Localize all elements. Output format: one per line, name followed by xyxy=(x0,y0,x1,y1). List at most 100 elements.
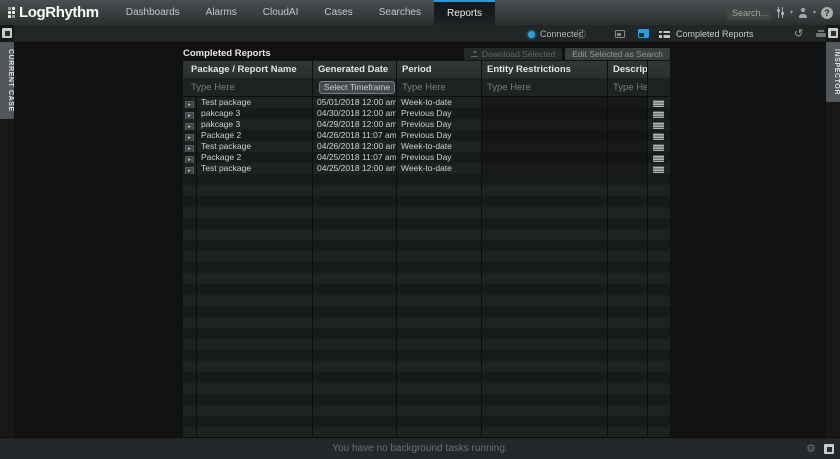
tab-cases[interactable]: Cases xyxy=(311,0,365,25)
tab-alarms[interactable]: Alarms xyxy=(193,0,250,25)
user-profile-icon[interactable] xyxy=(798,8,808,18)
report-name-cell xyxy=(197,240,313,251)
help-icon[interactable]: ? xyxy=(821,7,833,19)
table-row[interactable]: ▸ Test package 04/25/2018 12:00 am Week-… xyxy=(183,163,670,174)
report-document-icon[interactable] xyxy=(653,155,664,162)
generated-date-cell xyxy=(313,394,397,405)
table-filter-row: Type Here Select Timeframe Type Here Typ… xyxy=(183,78,670,97)
entity-restrictions-cell xyxy=(482,383,608,394)
table-row[interactable]: ▸ Package 2 04/25/2018 11:07 am Previous… xyxy=(183,152,670,163)
row-expand-cell xyxy=(183,251,197,262)
column-header-entity-restrictions[interactable]: Entity Restrictions xyxy=(482,61,608,78)
completed-reports-panel: Completed Reports Download Selected Edit… xyxy=(183,46,670,438)
report-document-icon[interactable] xyxy=(653,122,664,129)
entity-restrictions-cell xyxy=(482,295,608,306)
column-header-period[interactable]: Period xyxy=(397,61,482,78)
row-expand-cell xyxy=(183,174,197,185)
entity-restrictions-cell xyxy=(482,119,608,130)
row-action-cell xyxy=(648,108,670,119)
filter-entity-input[interactable]: Type Here xyxy=(482,78,608,96)
report-name-cell xyxy=(197,273,313,284)
report-document-icon[interactable] xyxy=(653,144,664,151)
column-header-package-report-name[interactable]: Package / Report Name xyxy=(183,61,313,78)
filter-period-input[interactable]: Type Here xyxy=(397,78,482,96)
description-cell xyxy=(608,350,648,361)
generated-date-cell xyxy=(313,295,397,306)
global-search-input[interactable]: Search... xyxy=(727,6,771,20)
expand-row-icon[interactable]: ▸ xyxy=(185,112,194,119)
expand-panel-icon[interactable] xyxy=(2,28,12,38)
inspector-tab[interactable]: INSPECTOR xyxy=(826,42,840,102)
expand-row-icon[interactable]: ▸ xyxy=(185,123,194,130)
expand-row-icon[interactable]: ▸ xyxy=(185,134,194,141)
tab-cloudai[interactable]: CloudAI xyxy=(250,0,312,25)
table-row[interactable]: ▸ Test package 04/26/2018 12:00 am Week-… xyxy=(183,141,670,152)
table-row[interactable]: ▸ pakcage 3 04/30/2018 12:00 am Previous… xyxy=(183,108,670,119)
row-action-cell xyxy=(648,284,670,295)
expand-row-icon[interactable]: ▸ xyxy=(185,167,194,174)
search-placeholder: Search... xyxy=(732,8,768,18)
edit-selected-as-search-button[interactable]: Edit Selected as Search xyxy=(565,48,670,60)
generated-date-cell: 04/25/2018 12:00 am xyxy=(313,163,397,174)
preferences-sliders-icon[interactable] xyxy=(776,7,785,18)
filter-name-input[interactable]: Type Here xyxy=(183,78,313,96)
report-document-icon[interactable] xyxy=(653,166,664,173)
docked-view-icon[interactable] xyxy=(638,29,649,38)
column-header-description[interactable]: Description xyxy=(608,61,648,78)
report-name-cell xyxy=(197,196,313,207)
current-case-tab[interactable]: CURRENT CASE xyxy=(0,42,14,119)
period-cell xyxy=(397,383,482,394)
generated-date-cell xyxy=(313,317,397,328)
tasks-panel-icon[interactable] xyxy=(824,444,834,454)
expand-panel-icon[interactable] xyxy=(828,28,838,38)
tab-reports[interactable]: Reports xyxy=(434,0,495,25)
report-document-icon[interactable] xyxy=(653,133,664,140)
row-expand-cell xyxy=(183,317,197,328)
right-rail: INSPECTOR xyxy=(826,25,840,437)
row-action-cell xyxy=(648,185,670,196)
report-document-icon[interactable] xyxy=(653,111,664,118)
column-header-generated-date[interactable]: Generated Date xyxy=(313,61,397,78)
description-cell xyxy=(608,97,648,108)
period-cell xyxy=(397,372,482,383)
description-cell xyxy=(608,328,648,339)
expand-row-icon[interactable]: ▸ xyxy=(185,145,194,152)
pause-updates-icon[interactable] xyxy=(576,29,586,39)
description-cell xyxy=(608,130,648,141)
generated-date-cell: 05/01/2018 12:00 am xyxy=(313,97,397,108)
row-expand-cell xyxy=(183,361,197,372)
filter-actions-cell xyxy=(648,78,670,96)
expand-row-icon[interactable]: ▸ xyxy=(185,101,194,108)
refresh-icon[interactable]: ↺ xyxy=(794,27,803,41)
undock-view-icon[interactable] xyxy=(615,30,625,38)
description-cell xyxy=(608,273,648,284)
row-expand-cell: ▸ xyxy=(183,163,197,174)
filter-description-input[interactable]: Type Here xyxy=(608,78,648,96)
chevron-down-icon[interactable]: ▾ xyxy=(790,9,793,16)
row-action-cell xyxy=(648,218,670,229)
description-cell xyxy=(608,262,648,273)
download-selected-button[interactable]: Download Selected xyxy=(464,48,562,60)
column-header-actions xyxy=(648,61,670,78)
expand-row-icon[interactable]: ▸ xyxy=(185,156,194,163)
table-row[interactable]: ▸ Package 2 04/26/2018 11:07 am Previous… xyxy=(183,130,670,141)
gear-icon[interactable]: ⚙ xyxy=(806,444,816,455)
description-cell xyxy=(608,218,648,229)
empty-table-row xyxy=(183,229,670,240)
table-row[interactable]: ▸ pakcage 3 04/29/2018 12:00 am Previous… xyxy=(183,119,670,130)
chevron-down-icon[interactable]: ▾ xyxy=(813,9,816,16)
table-row[interactable]: ▸ Test package 05/01/2018 12:00 am Week-… xyxy=(183,97,670,108)
tab-dashboards[interactable]: Dashboards xyxy=(113,0,193,25)
select-timeframe-button[interactable]: Select Timeframe xyxy=(319,81,395,94)
view-label: Completed Reports xyxy=(676,29,754,39)
report-document-icon[interactable] xyxy=(653,100,664,107)
entity-restrictions-cell xyxy=(482,130,608,141)
generated-date-cell xyxy=(313,229,397,240)
row-action-cell xyxy=(648,163,670,174)
report-name-cell xyxy=(197,328,313,339)
report-name-cell xyxy=(197,229,313,240)
tab-searches[interactable]: Searches xyxy=(366,0,434,25)
print-icon[interactable] xyxy=(816,30,826,37)
row-expand-cell: ▸ xyxy=(183,119,197,130)
period-cell xyxy=(397,185,482,196)
